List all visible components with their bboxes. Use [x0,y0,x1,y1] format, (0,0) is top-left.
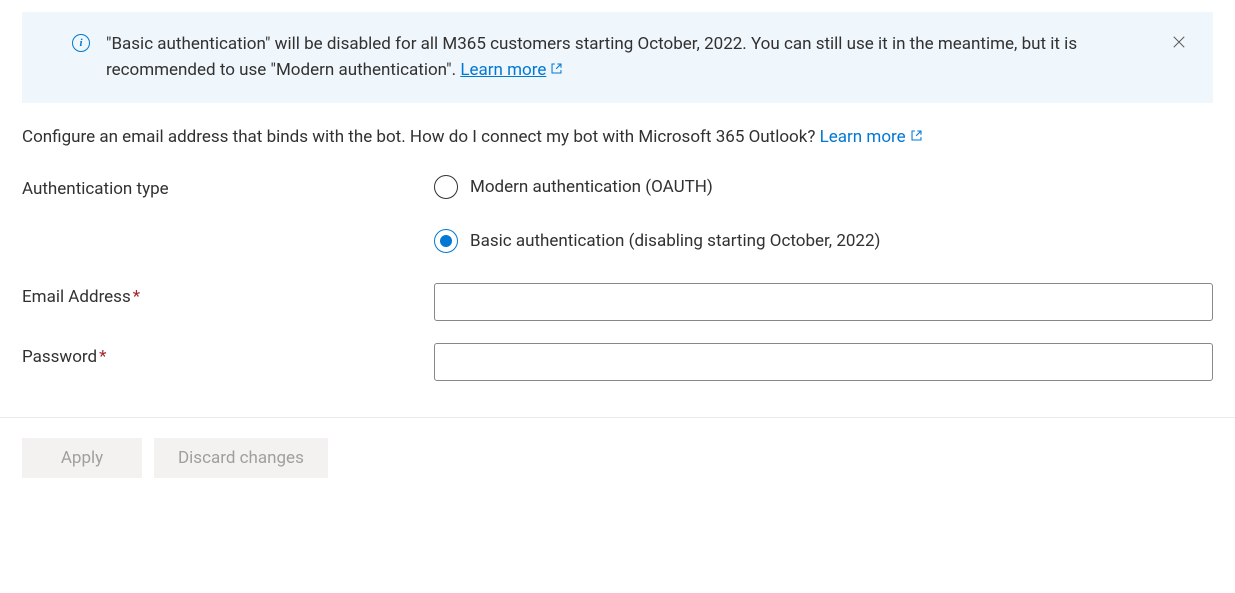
radio-modern-auth[interactable]: Modern authentication (OAUTH) [434,175,1213,199]
form-area: Authentication type Modern authenticatio… [0,175,1235,381]
banner-learn-more-link[interactable]: Learn more [460,60,563,80]
email-control [434,283,1213,321]
email-row: Email Address* [22,283,1213,321]
email-label-text: Email Address [22,287,131,307]
password-control [434,343,1213,381]
banner-learn-more-label: Learn more [460,60,546,80]
auth-type-label: Authentication type [22,175,434,199]
apply-button[interactable]: Apply [22,438,142,478]
password-row: Password* [22,343,1213,381]
radio-basic-auth[interactable]: Basic authentication (disabling starting… [434,229,1213,253]
password-input[interactable] [434,343,1213,381]
required-asterisk: * [133,287,140,307]
password-label: Password* [22,343,434,367]
close-icon [1172,35,1186,49]
button-row: Apply Discard changes [0,418,1235,498]
description-row: Configure an email address that binds wi… [0,127,1235,147]
banner-text: "Basic authentication" will be disabled … [106,32,1163,83]
description-text: Configure an email address that binds wi… [22,127,820,147]
radio-modern-label: Modern authentication (OAUTH) [470,177,713,197]
radio-dot-icon [440,235,452,247]
radio-basic-label: Basic authentication (disabling starting… [470,231,880,251]
discard-changes-button[interactable]: Discard changes [154,438,328,478]
email-label: Email Address* [22,283,434,307]
password-label-text: Password [22,347,97,367]
external-link-icon [550,58,563,84]
description-learn-more-label: Learn more [820,127,906,147]
banner-text-content: "Basic authentication" will be disabled … [106,34,1077,80]
auth-type-radio-group: Modern authentication (OAUTH) Basic auth… [434,175,1213,253]
description-learn-more-link[interactable]: Learn more [820,127,923,147]
auth-type-row: Authentication type Modern authenticatio… [22,175,1213,253]
email-input[interactable] [434,283,1213,321]
info-banner: i "Basic authentication" will be disable… [22,12,1213,103]
external-link-icon [910,127,923,147]
auth-type-control: Modern authentication (OAUTH) Basic auth… [434,175,1213,253]
radio-circle-icon [434,175,458,199]
close-banner-button[interactable] [1169,32,1189,52]
required-asterisk: * [99,347,106,367]
info-icon: i [72,34,90,52]
radio-circle-icon [434,229,458,253]
